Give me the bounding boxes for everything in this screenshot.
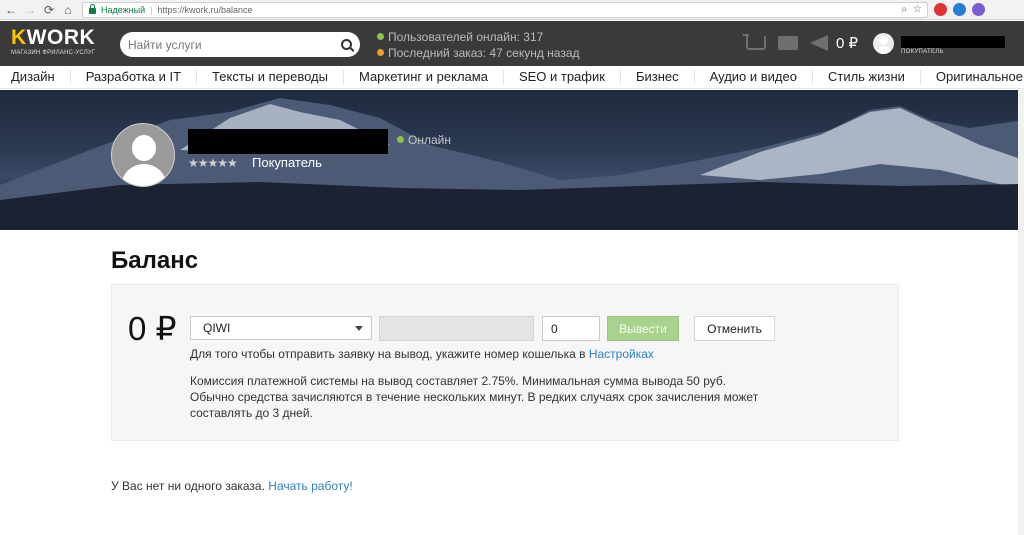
messages-icon[interactable] (778, 36, 798, 50)
profile-role: Покупатель (252, 155, 322, 170)
user-role-label: ПОКУПАТЕЛЬ (901, 49, 944, 55)
withdraw-button[interactable]: Вывести (607, 316, 679, 341)
withdraw-hint: Для того чтобы отправить заявку на вывод… (190, 347, 654, 361)
online-dot-icon (377, 33, 384, 40)
start-work-link[interactable]: Начать работу! (268, 479, 352, 493)
category-nav: Дизайн Разработка и IT Тексты и переводы… (0, 66, 1024, 89)
category-seo[interactable]: SEO и трафик (504, 70, 621, 84)
search-input[interactable] (128, 37, 341, 52)
rating-stars-icon: ★★★★★ (188, 156, 238, 170)
zoom-icon[interactable]: ⌕ (901, 4, 907, 15)
logo-subtitle: МАГАЗИН ФРИЛАНС-УСЛУГ (11, 50, 96, 56)
notifications-icon[interactable] (810, 35, 828, 51)
extension-icon[interactable] (934, 3, 947, 16)
order-dot-icon (377, 49, 384, 56)
logo-k-letter: K (11, 26, 27, 49)
settings-link[interactable]: Настройках (589, 347, 654, 361)
url-text: https://kwork.ru/balance (157, 4, 253, 15)
extension-icon[interactable] (972, 3, 985, 16)
category-audio-video[interactable]: Аудио и видео (695, 70, 813, 84)
category-development[interactable]: Разработка и IT (71, 70, 198, 84)
payment-method-select[interactable]: QIWI (190, 316, 372, 340)
profile-avatar[interactable] (111, 123, 175, 187)
secure-label: Надежный (101, 4, 146, 15)
balance-amount: 0 ₽ (128, 310, 177, 347)
site-stats: Пользователей онлайн: 317 Последний зака… (377, 29, 580, 61)
bookmark-star-icon[interactable]: ☆ (913, 4, 922, 15)
category-business[interactable]: Бизнес (621, 70, 695, 84)
address-separator: | (150, 4, 153, 15)
category-texts[interactable]: Тексты и переводы (197, 70, 344, 84)
wallet-number-field[interactable] (379, 316, 534, 341)
withdraw-hint-text: Для того чтобы отправить заявку на вывод… (190, 347, 589, 361)
category-design[interactable]: Дизайн (0, 70, 71, 84)
browser-toolbar: ← → ⟳ ⌂ Надежный | https://kwork.ru/bala… (0, 0, 1024, 20)
chevron-down-icon (355, 326, 363, 331)
category-original[interactable]: Оригинальное (921, 70, 1024, 84)
logo-text: WORK (26, 26, 96, 49)
site-header: KWORK МАГАЗИН ФРИЛАНС-УСЛУГ Пользователе… (0, 21, 1024, 66)
online-status-text: Онлайн (408, 133, 451, 147)
commission-info: Комиссия платежной системы на вывод сост… (190, 373, 780, 421)
home-icon[interactable]: ⌂ (60, 2, 76, 18)
cart-icon[interactable] (743, 34, 766, 50)
user-avatar[interactable] (873, 33, 894, 54)
header-balance[interactable]: 0 ₽ (836, 34, 858, 52)
online-status-dot-icon (397, 136, 404, 143)
online-status: Онлайн (397, 133, 451, 147)
page-scrollbar[interactable] (1018, 90, 1024, 535)
online-users-count: Пользователей онлайн: 317 (388, 30, 544, 44)
profile-username-redacted (188, 129, 388, 154)
extension-icon[interactable] (953, 3, 966, 16)
back-icon[interactable]: ← (3, 2, 19, 18)
profile-banner: Онлайн ★★★★★ Покупатель (0, 90, 1024, 230)
kwork-logo[interactable]: KWORK МАГАЗИН ФРИЛАНС-УСЛУГ (11, 26, 96, 57)
transfer-time-text: Обычно средства зачисляются в течение не… (190, 390, 759, 420)
address-bar[interactable]: Надежный | https://kwork.ru/balance ⌕ ☆ (82, 1, 928, 18)
reload-icon[interactable]: ⟳ (41, 2, 57, 18)
cancel-button[interactable]: Отменить (694, 316, 775, 341)
withdraw-amount-input[interactable]: 0 (542, 316, 600, 341)
last-order-time: Последний заказ: 47 секунд назад (388, 46, 580, 60)
no-orders-message: У Вас нет ни одного заказа. Начать работ… (111, 479, 353, 493)
category-lifestyle[interactable]: Стиль жизни (813, 70, 921, 84)
page-title: Баланс (111, 247, 199, 274)
lock-icon (89, 3, 96, 14)
forward-icon[interactable]: → (22, 2, 38, 18)
search-icon[interactable] (341, 39, 352, 50)
commission-text: Комиссия платежной системы на вывод сост… (190, 374, 727, 388)
search-box (120, 32, 360, 57)
payment-method-value: QIWI (203, 321, 231, 335)
category-marketing[interactable]: Маркетинг и реклама (344, 70, 504, 84)
username-redacted[interactable] (901, 36, 1005, 48)
no-orders-text: У Вас нет ни одного заказа. (111, 479, 269, 493)
